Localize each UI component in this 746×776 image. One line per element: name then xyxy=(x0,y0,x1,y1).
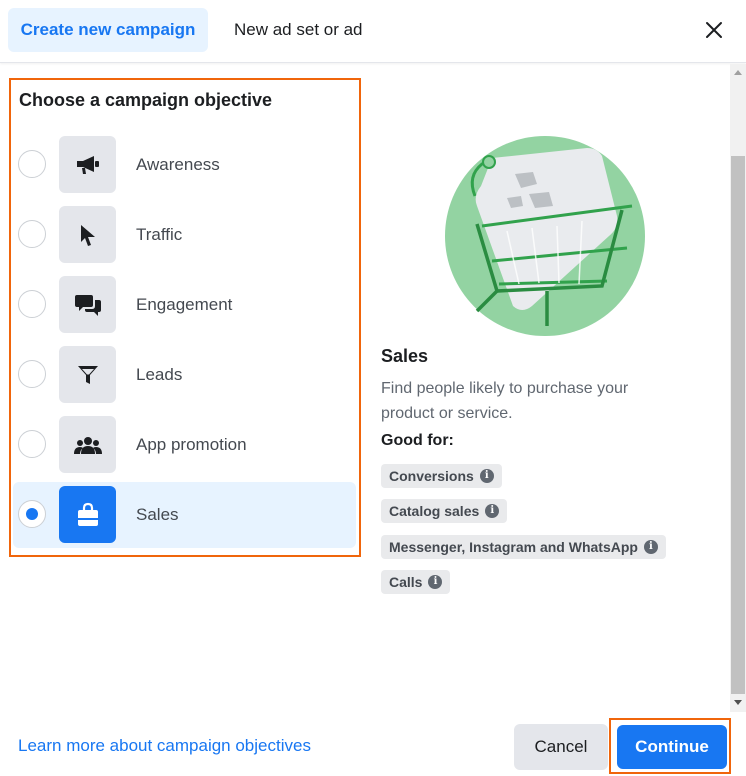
chip-label: Messenger, Instagram and WhatsApp xyxy=(389,539,638,555)
objective-list-panel: Choose a campaign objective Awareness Tr… xyxy=(9,78,361,557)
continue-button[interactable]: Continue xyxy=(617,725,727,769)
objective-label-app-promotion: App promotion xyxy=(136,435,247,454)
info-icon[interactable]: i xyxy=(643,540,658,554)
dialog-header: Create new campaign New ad set or ad xyxy=(0,0,746,63)
info-icon[interactable]: i xyxy=(428,575,443,589)
radio-app-promotion[interactable] xyxy=(18,430,46,458)
objective-heading: Choose a campaign objective xyxy=(19,90,273,110)
objective-option-leads[interactable]: Leads xyxy=(13,342,356,408)
info-icon[interactable]: i xyxy=(485,504,500,518)
radio-leads[interactable] xyxy=(18,360,46,388)
good-for-chip-conversions: Conversions i xyxy=(381,464,502,488)
radio-traffic[interactable] xyxy=(18,220,46,248)
chip-label: Catalog sales xyxy=(389,503,480,519)
objective-option-awareness[interactable]: Awareness xyxy=(13,132,356,198)
objective-label-awareness: Awareness xyxy=(136,155,220,174)
good-for-chip-messenger: Messenger, Instagram and WhatsApp i xyxy=(381,535,666,559)
radio-engagement[interactable] xyxy=(18,290,46,318)
detail-title: Sales xyxy=(381,346,429,366)
scroll-up-arrow-icon[interactable] xyxy=(734,70,742,75)
sales-illustration xyxy=(437,136,647,336)
radio-awareness[interactable] xyxy=(18,150,46,178)
scrollbar-thumb[interactable] xyxy=(731,156,745,694)
tab-new-ad-set-or-ad[interactable]: New ad set or ad xyxy=(222,8,375,52)
objective-option-sales[interactable]: Sales xyxy=(13,482,356,548)
chip-label: Conversions xyxy=(389,468,474,484)
chip-label: Calls xyxy=(389,574,423,590)
detail-description: Find people likely to purchase your prod… xyxy=(381,380,629,422)
tab-create-new-campaign[interactable]: Create new campaign xyxy=(8,8,208,52)
objective-label-leads: Leads xyxy=(136,365,183,384)
scroll-down-arrow-icon[interactable] xyxy=(734,700,742,705)
info-icon[interactable]: i xyxy=(479,469,494,483)
close-icon[interactable] xyxy=(700,16,728,44)
cancel-button[interactable]: Cancel xyxy=(514,724,608,770)
radio-sales[interactable] xyxy=(18,500,46,528)
objective-label-sales: Sales xyxy=(136,505,179,524)
funnel-icon xyxy=(59,346,116,403)
objective-option-traffic[interactable]: Traffic xyxy=(13,202,356,268)
objective-option-engagement[interactable]: Engagement xyxy=(13,272,356,338)
good-for-chip-calls: Calls i xyxy=(381,570,451,594)
shopping-bag-icon xyxy=(59,486,116,543)
cursor-icon xyxy=(59,206,116,263)
learn-more-link[interactable]: Learn more about campaign objectives xyxy=(18,736,311,756)
good-for-label: Good for: xyxy=(381,432,454,449)
chat-bubbles-icon xyxy=(59,276,116,333)
objective-label-engagement: Engagement xyxy=(136,295,233,314)
megaphone-icon xyxy=(59,136,116,193)
good-for-chip-catalog-sales: Catalog sales i xyxy=(381,499,508,523)
objective-label-traffic: Traffic xyxy=(136,225,183,244)
objective-option-app-promotion[interactable]: App promotion xyxy=(13,412,356,478)
people-icon xyxy=(59,416,116,473)
